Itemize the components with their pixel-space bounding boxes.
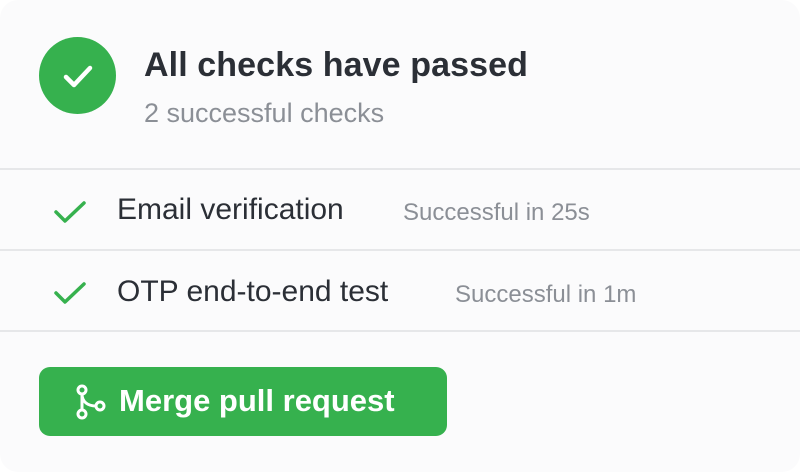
check-status: Successful in 1m [455, 281, 637, 308]
check-row-email-verification[interactable]: Email verification Successful in 25s [0, 170, 800, 250]
merge-pull-request-button[interactable]: Merge pull request [39, 367, 447, 436]
check-status: Successful in 25s [403, 199, 590, 226]
divider [0, 330, 800, 332]
merge-button-label: Merge pull request [119, 383, 395, 418]
check-name: Email verification [117, 193, 344, 226]
check-icon [54, 282, 86, 304]
checks-summary-header: All checks have passed 2 successful chec… [0, 0, 800, 168]
check-name: OTP end-to-end test [117, 275, 389, 308]
summary-subtitle: 2 successful checks [144, 98, 385, 128]
check-row-otp-end-to-end-test[interactable]: OTP end-to-end test Successful in 1m [0, 251, 800, 331]
git-merge-icon [76, 384, 106, 420]
check-icon [54, 201, 86, 223]
check-circle-icon [39, 37, 116, 114]
checks-card: All checks have passed 2 successful chec… [0, 0, 800, 472]
summary-title: All checks have passed [144, 46, 528, 84]
